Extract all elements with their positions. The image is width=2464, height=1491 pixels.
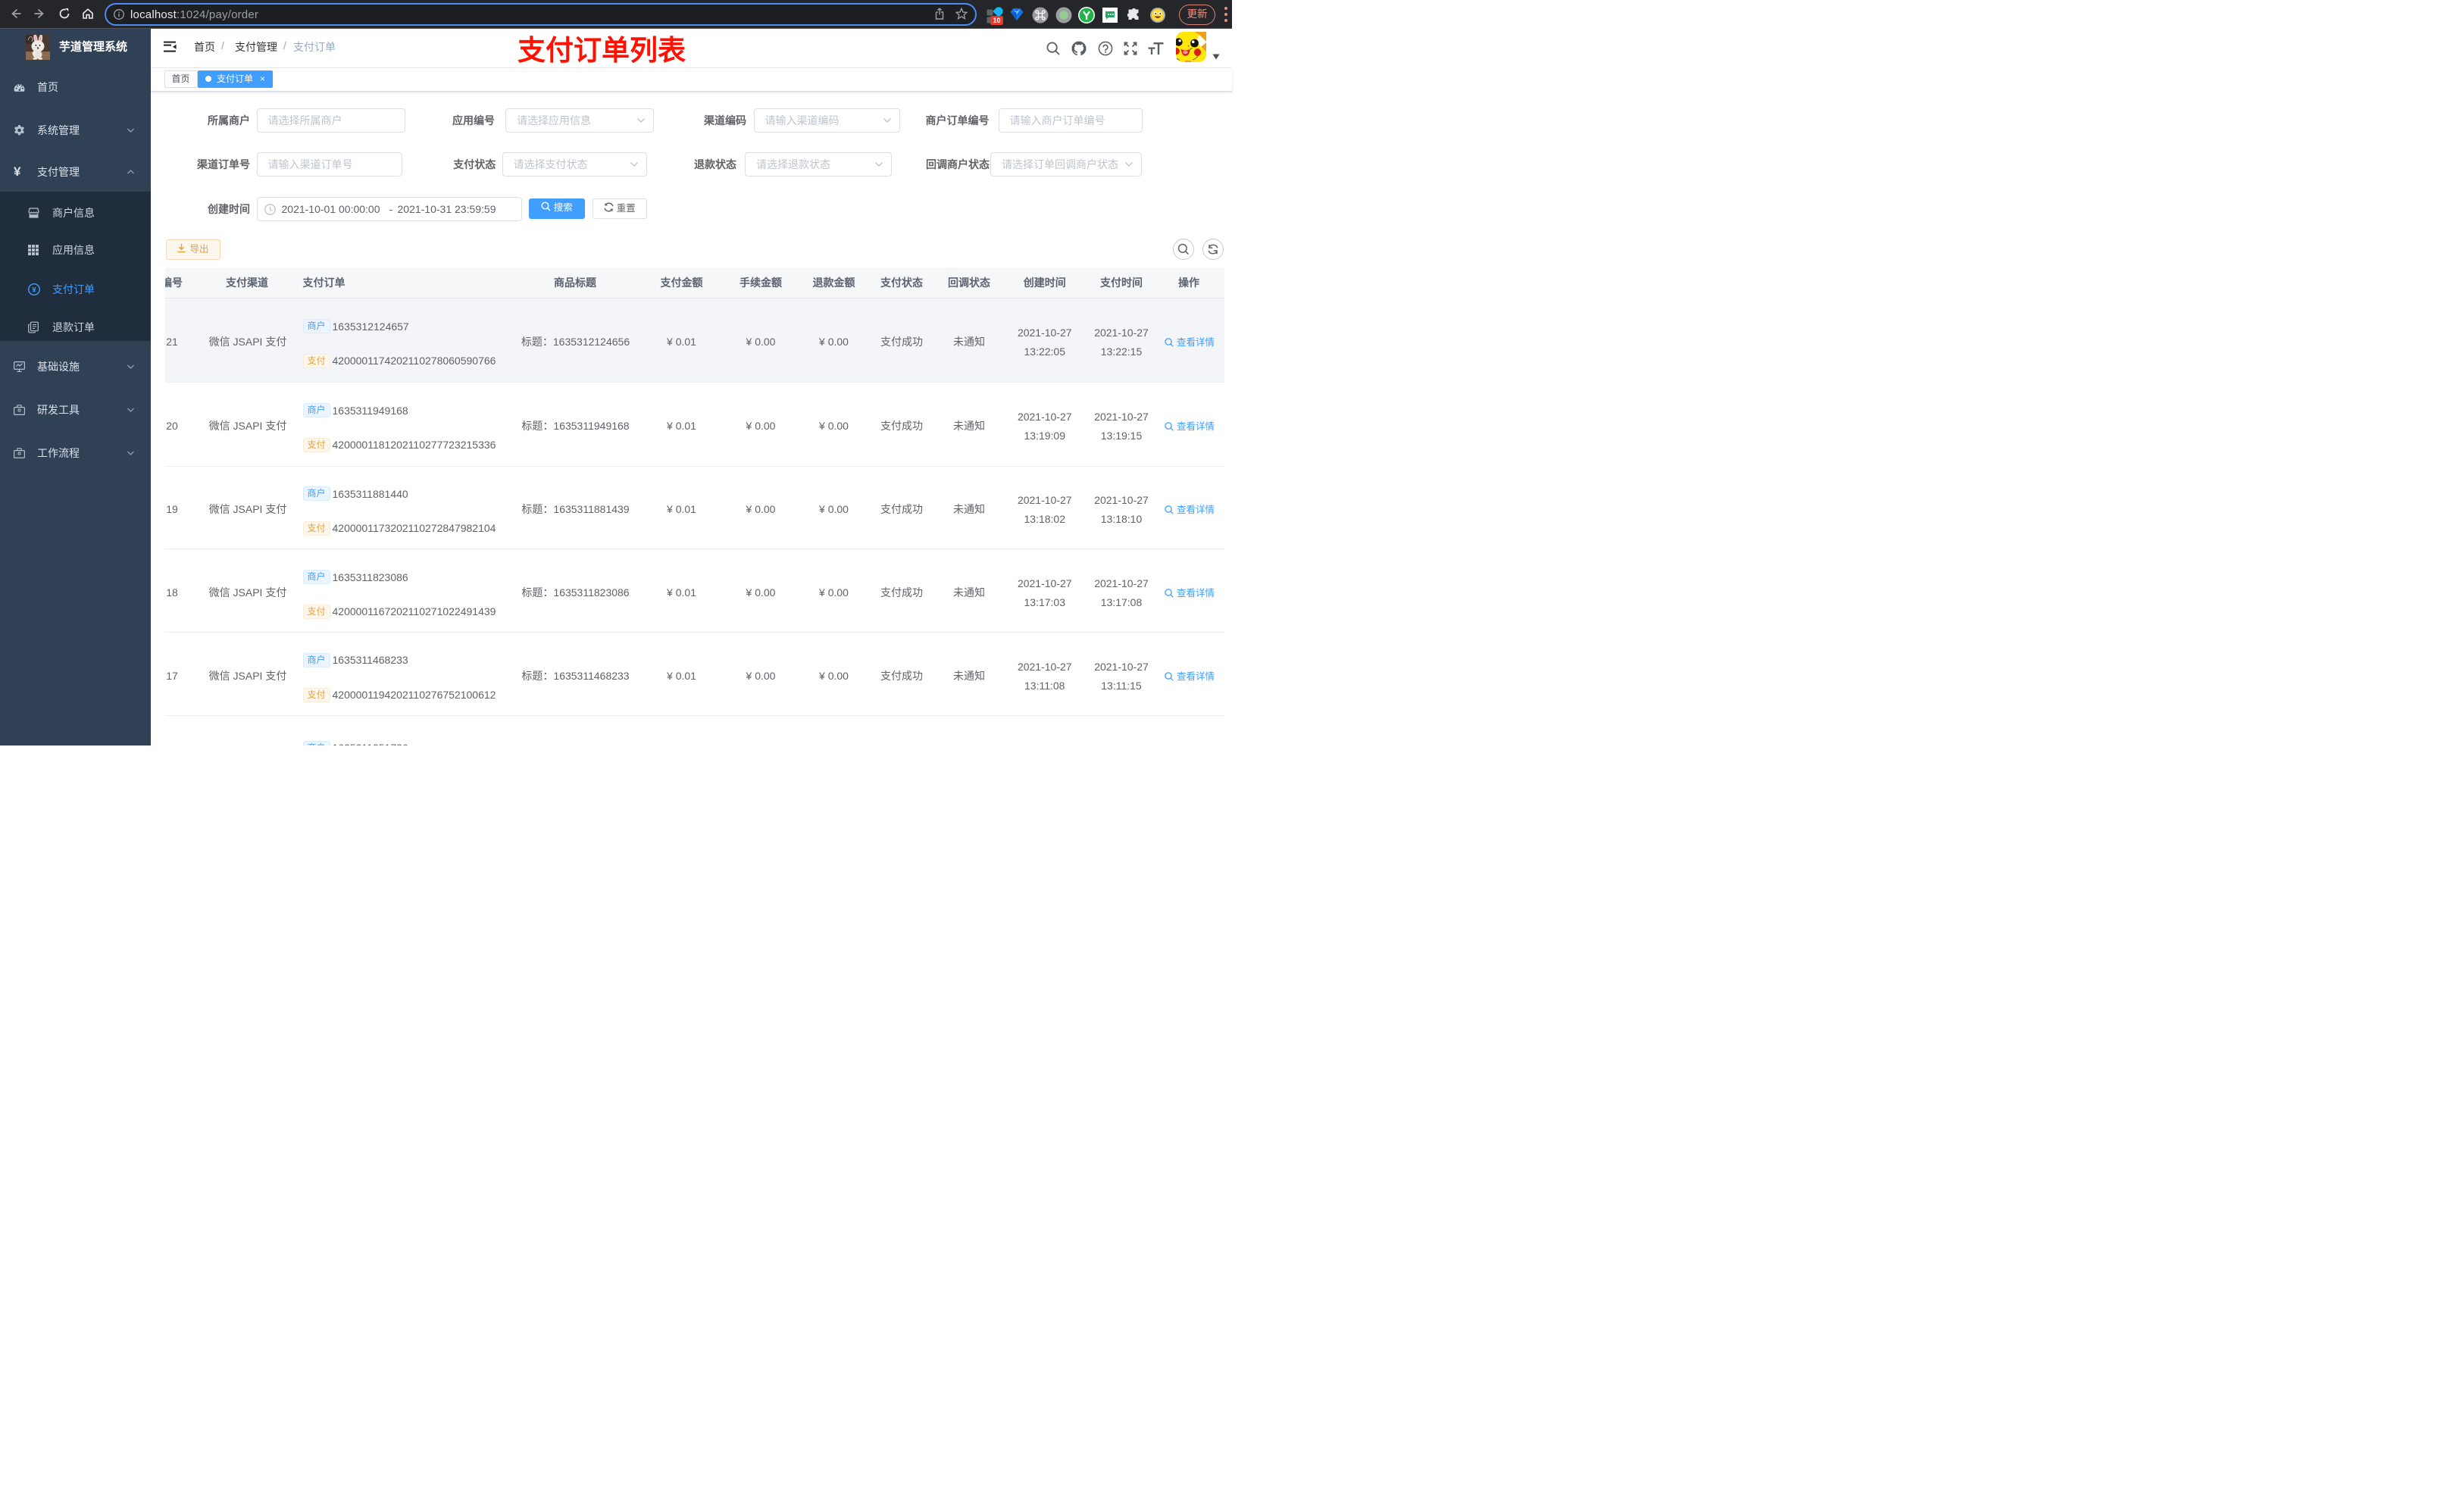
svg-text:¥: ¥ [32,286,36,294]
